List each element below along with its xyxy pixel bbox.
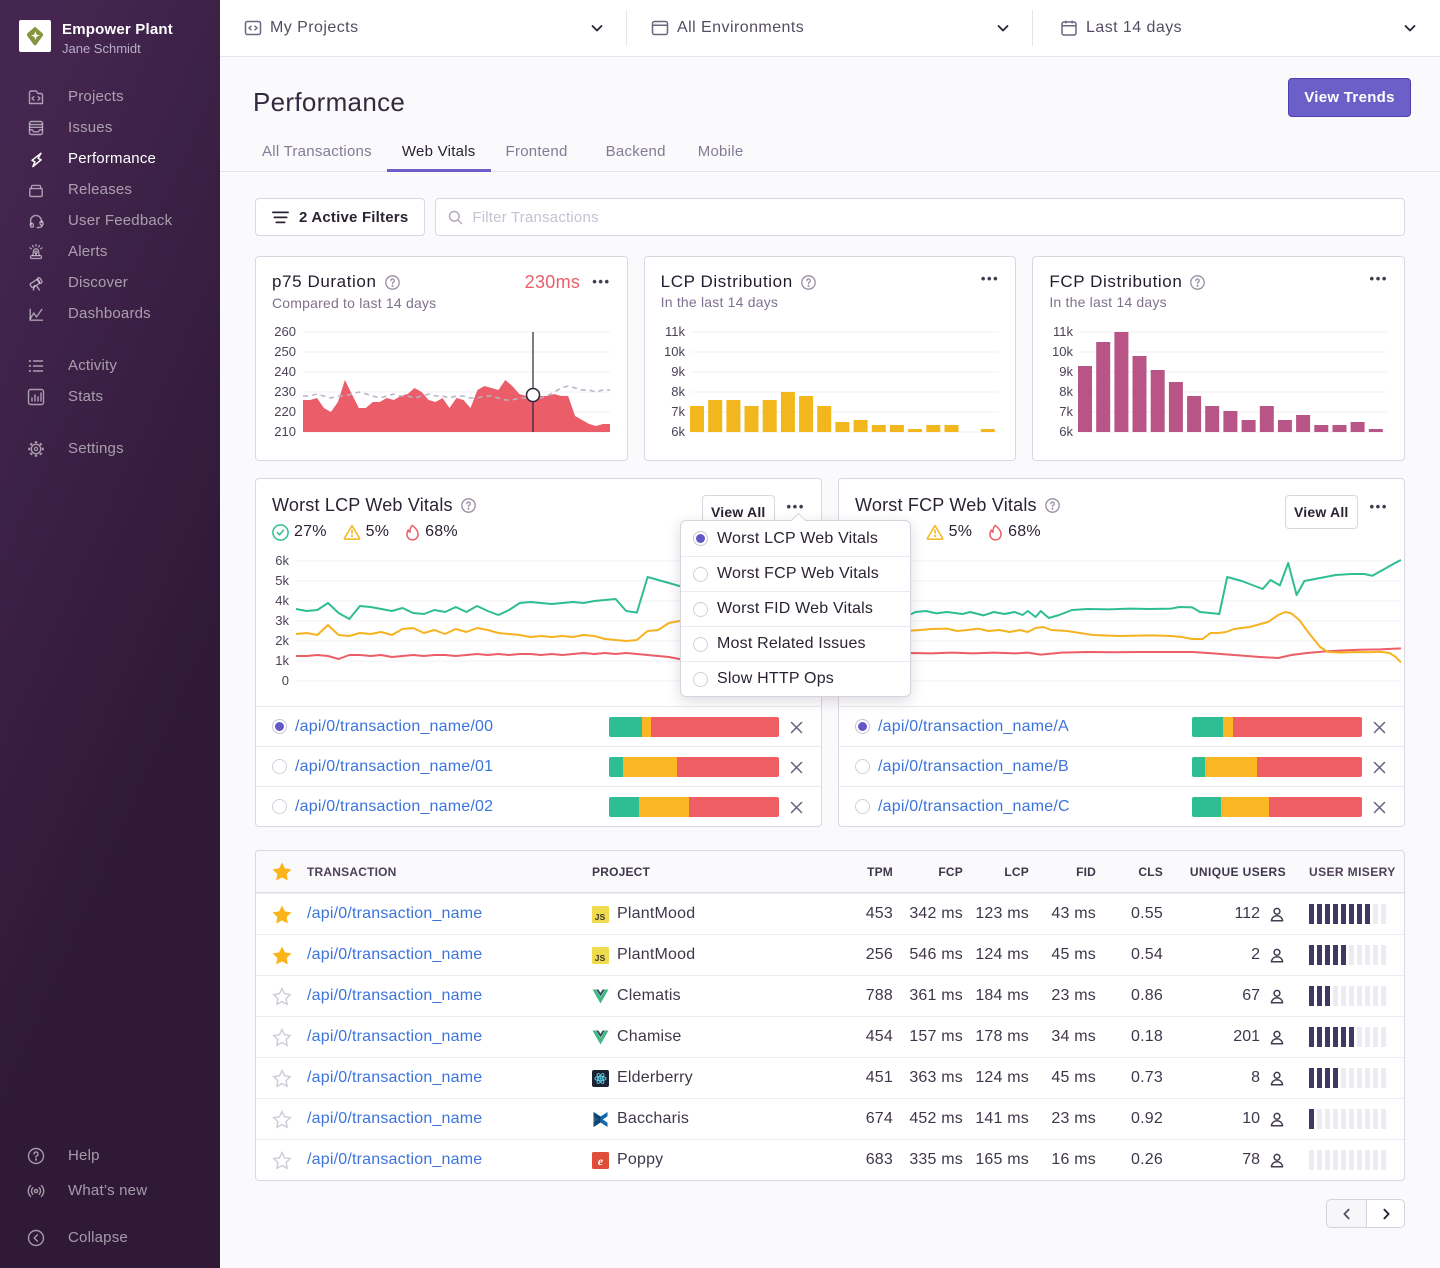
svg-text:6k: 6k <box>275 553 289 568</box>
svg-text:10k: 10k <box>664 344 685 359</box>
svg-text:8k: 8k <box>1060 384 1074 399</box>
svg-text:230: 230 <box>274 384 296 399</box>
svg-text:JS: JS <box>595 952 606 962</box>
svg-text:260: 260 <box>274 324 296 339</box>
svg-text:5k: 5k <box>275 573 289 588</box>
svg-text:9k: 9k <box>671 364 685 379</box>
svg-text:3k: 3k <box>275 613 289 628</box>
svg-text:250: 250 <box>274 344 296 359</box>
svg-text:7k: 7k <box>1060 404 1074 419</box>
svg-text:2k: 2k <box>275 633 289 648</box>
svg-text:e: e <box>598 1154 604 1168</box>
svg-text:4k: 4k <box>275 593 289 608</box>
svg-text:6k: 6k <box>671 424 685 439</box>
svg-text:11k: 11k <box>1053 324 1073 339</box>
svg-text:7k: 7k <box>671 404 685 419</box>
svg-text:220: 220 <box>274 404 296 419</box>
svg-text:10k: 10k <box>1052 344 1073 359</box>
svg-text:JS: JS <box>595 911 606 921</box>
svg-text:240: 240 <box>274 364 296 379</box>
svg-text:8k: 8k <box>671 384 685 399</box>
svg-text:9k: 9k <box>1060 364 1074 379</box>
svg-text:0: 0 <box>282 673 289 688</box>
svg-text:210: 210 <box>274 424 296 439</box>
svg-text:6k: 6k <box>1060 424 1074 439</box>
svg-text:11k: 11k <box>665 324 685 339</box>
svg-text:1k: 1k <box>275 653 289 668</box>
